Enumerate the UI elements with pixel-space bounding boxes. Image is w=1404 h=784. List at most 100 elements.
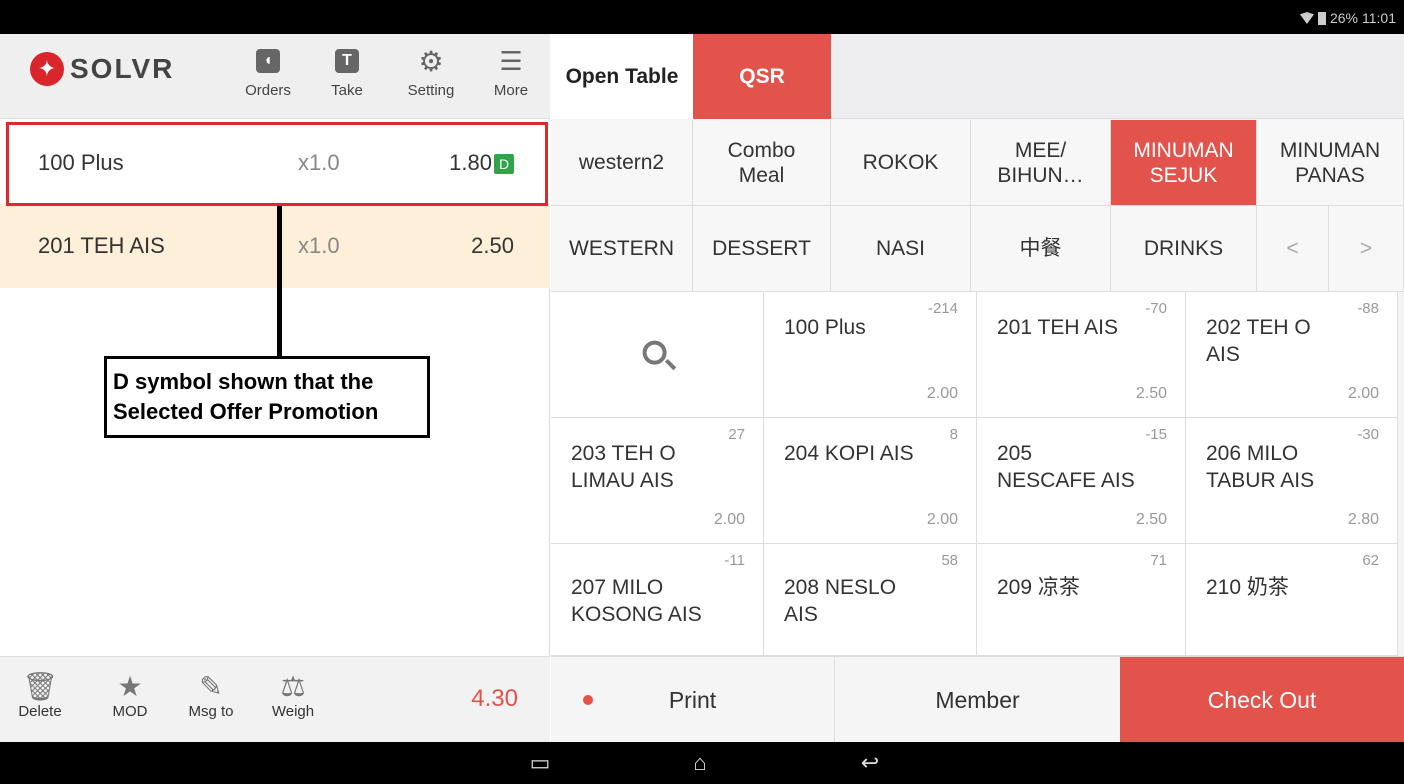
orders-label: Orders xyxy=(245,82,291,99)
mod-label: MOD xyxy=(112,703,148,720)
battery-icon xyxy=(1317,11,1326,25)
category-western[interactable]: WESTERN xyxy=(551,206,693,292)
checkout-button[interactable]: Check Out xyxy=(1120,657,1404,743)
orders-button[interactable]: ◖ Orders xyxy=(242,44,294,99)
product-price: 2.00 xyxy=(926,511,958,528)
tab-bar: Open Table QSR xyxy=(551,34,1404,119)
trash-icon: 🗑 xyxy=(22,670,58,702)
category-rokok[interactable]: ROKOK xyxy=(831,120,971,206)
product-tile[interactable]: 206 MILO TABUR AIS -30 2.80 xyxy=(1186,418,1398,544)
category-minuman-sejuk[interactable]: MINUMAN SEJUK xyxy=(1111,120,1257,206)
product-name: 100 Plus xyxy=(784,316,866,339)
product-stock: -214 xyxy=(927,300,958,317)
item-price: 2.50 xyxy=(471,233,514,258)
scale-icon: ⚖ xyxy=(280,670,306,702)
product-price: 2.80 xyxy=(1347,511,1379,528)
logo: ✦ SOLVR xyxy=(30,52,174,86)
bottom-toolbar: 🗑 Delete ★ MOD ✎ Msg to ⚖ Weigh 4.30 xyxy=(0,656,550,742)
product-name: 204 KOPI AIS xyxy=(784,442,914,465)
product-tile[interactable]: 100 Plus -214 2.00 xyxy=(764,292,977,418)
category-combo-meal[interactable]: Combo Meal xyxy=(693,120,831,206)
tab-qsr[interactable]: QSR xyxy=(693,34,831,119)
menu-panel: Open Table QSR western2 Combo Meal ROKOK… xyxy=(551,34,1404,743)
category-chinese[interactable]: 中餐 xyxy=(971,206,1111,292)
product-stock: 71 xyxy=(1150,552,1167,569)
order-panel: ✦ SOLVR ◖ Orders T Take ⚙ Setting ☰ More… xyxy=(0,34,550,742)
product-name: 202 TEH O AIS xyxy=(1206,316,1311,366)
status-bar: 26% 11:01 xyxy=(0,0,1404,34)
delete-label: Delete xyxy=(18,703,62,720)
product-stock: 27 xyxy=(728,426,745,443)
print-label: Print xyxy=(668,686,717,713)
product-name: 210 奶茶 xyxy=(1206,576,1289,599)
speaker-icon: ◖ xyxy=(256,49,280,73)
action-bar: Print Member Check Out xyxy=(551,656,1404,743)
weigh-button[interactable]: ⚖ Weigh xyxy=(262,669,324,721)
product-stock: -30 xyxy=(1357,426,1379,443)
product-price: 2.00 xyxy=(926,385,958,402)
setting-button[interactable]: ⚙ Setting xyxy=(405,44,457,100)
category-drinks[interactable]: DRINKS xyxy=(1111,206,1257,292)
setting-label: Setting xyxy=(407,82,455,99)
top-toolbar: ✦ SOLVR ◖ Orders T Take ⚙ Setting ☰ More xyxy=(0,34,550,119)
t-icon: T xyxy=(335,49,359,73)
product-price: 2.50 xyxy=(1135,385,1167,402)
product-tile[interactable]: 209 凉茶 71 xyxy=(977,544,1186,656)
product-tile[interactable]: 203 TEH O LIMAU AIS 27 2.00 xyxy=(551,418,764,544)
weigh-label: Weigh xyxy=(271,703,315,720)
product-name: 201 TEH AIS xyxy=(997,316,1119,339)
search-icon xyxy=(642,340,667,365)
category-dessert[interactable]: DESSERT xyxy=(693,206,831,292)
callout-line xyxy=(277,206,282,356)
msg-to-button[interactable]: ✎ Msg to xyxy=(176,669,246,721)
product-stock: 62 xyxy=(1362,552,1379,569)
product-stock: -88 xyxy=(1357,300,1379,317)
print-button[interactable]: Print xyxy=(551,657,835,743)
order-item[interactable]: 201 TEH AIS x1.0 2.50 xyxy=(0,204,550,288)
status-dot xyxy=(583,695,593,705)
order-total: 4.30 xyxy=(471,685,518,712)
category-western2[interactable]: western2 xyxy=(551,120,693,206)
product-stock: -70 xyxy=(1145,300,1167,317)
search-button[interactable] xyxy=(551,292,764,418)
category-minuman-panas[interactable]: MINUMAN PANAS xyxy=(1257,120,1404,206)
back-icon[interactable]: ↩ xyxy=(850,742,890,784)
product-price: 2.50 xyxy=(1135,511,1167,528)
product-tile[interactable]: 208 NESLO AIS 58 xyxy=(764,544,977,656)
next-category-button[interactable]: > xyxy=(1329,206,1404,292)
highlight-frame xyxy=(6,122,548,206)
gear-icon: ⚙ xyxy=(418,45,444,77)
product-tile[interactable]: 201 TEH AIS -70 2.50 xyxy=(977,292,1186,418)
product-price: 2.00 xyxy=(713,511,745,528)
product-stock: -15 xyxy=(1145,426,1167,443)
product-tile[interactable]: 210 奶茶 62 xyxy=(1186,544,1398,656)
home-icon[interactable]: ⌂ xyxy=(680,742,720,784)
delete-button[interactable]: 🗑 Delete xyxy=(14,669,66,721)
product-grid: 100 Plus -214 2.00 201 TEH AIS -70 2.50 … xyxy=(551,292,1404,656)
logo-text: SOLVR xyxy=(70,53,175,84)
category-nasi[interactable]: NASI xyxy=(831,206,971,292)
take-button[interactable]: T Take xyxy=(321,44,373,99)
prev-category-button[interactable]: < xyxy=(1257,206,1329,292)
product-stock: 8 xyxy=(949,426,958,443)
more-label: More xyxy=(493,82,529,99)
product-tile[interactable]: 207 MILO KOSONG AIS -11 xyxy=(551,544,764,656)
product-tile[interactable]: 204 KOPI AIS 8 2.00 xyxy=(764,418,977,544)
mod-button[interactable]: ★ MOD xyxy=(104,669,156,721)
list-icon: ☰ xyxy=(499,46,523,76)
member-button[interactable]: Member xyxy=(835,657,1120,743)
tab-open-table[interactable]: Open Table xyxy=(551,34,693,119)
product-name: 207 MILO KOSONG AIS xyxy=(571,576,702,626)
more-button[interactable]: ☰ More xyxy=(485,44,537,99)
product-price: 2.00 xyxy=(1347,385,1379,402)
battery-level: 26% xyxy=(1329,10,1358,26)
product-name: 209 凉茶 xyxy=(997,576,1080,599)
status-right: 26% 11:01 xyxy=(1299,10,1396,26)
product-stock: -11 xyxy=(724,552,745,569)
product-tile[interactable]: 202 TEH O AIS -88 2.00 xyxy=(1186,292,1398,418)
product-tile[interactable]: 205 NESCAFE AIS -15 2.50 xyxy=(977,418,1186,544)
product-name: 206 MILO TABUR AIS xyxy=(1206,442,1315,492)
recent-apps-icon[interactable]: ▭ xyxy=(520,742,560,784)
msg-to-label: Msg to xyxy=(188,703,234,720)
category-mee-bihun[interactable]: MEE/ BIHUN… xyxy=(971,120,1111,206)
